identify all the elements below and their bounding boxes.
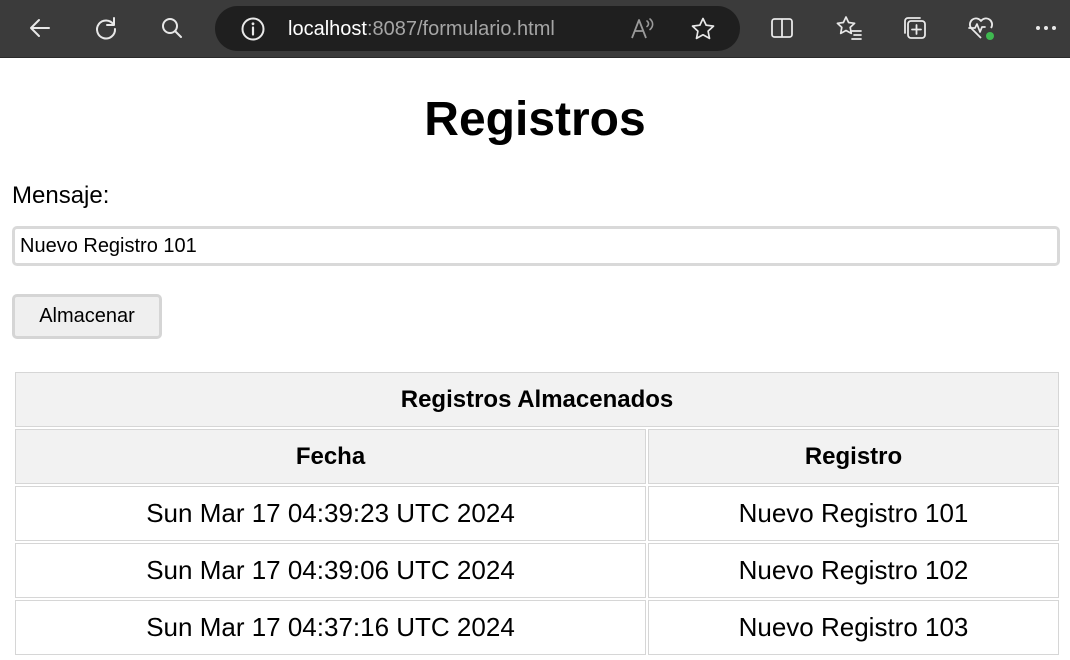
message-input[interactable] bbox=[12, 226, 1060, 266]
url-host: localhost bbox=[288, 18, 367, 40]
cell-date: Sun Mar 17 04:39:06 UTC 2024 bbox=[15, 543, 646, 598]
address-bar[interactable]: localhost:8087/formulario.html bbox=[215, 6, 740, 51]
page-content: Registros Mensaje: Almacenar Registros A… bbox=[0, 58, 1070, 660]
search-icon[interactable] bbox=[154, 10, 190, 46]
table-caption: Registros Almacenados bbox=[15, 372, 1059, 427]
column-header-date: Fecha bbox=[15, 429, 646, 484]
heartbeat-icon[interactable] bbox=[963, 10, 999, 46]
star-icon[interactable] bbox=[688, 14, 718, 44]
table-row: Sun Mar 17 04:39:23 UTC 2024 Nuevo Regis… bbox=[15, 486, 1059, 541]
column-header-record: Registro bbox=[648, 429, 1059, 484]
table-header-row: Fecha Registro bbox=[15, 429, 1059, 484]
favorites-list-icon[interactable] bbox=[831, 10, 867, 46]
message-label: Mensaje: bbox=[12, 182, 110, 209]
url-text[interactable]: localhost:8087/formulario.html bbox=[288, 18, 555, 40]
url-path: :8087/formulario.html bbox=[366, 18, 555, 40]
table-row: Sun Mar 17 04:39:06 UTC 2024 Nuevo Regis… bbox=[15, 543, 1059, 598]
cell-record: Nuevo Registro 101 bbox=[648, 486, 1059, 541]
info-icon[interactable] bbox=[238, 14, 268, 44]
more-dots-icon[interactable] bbox=[1028, 10, 1064, 46]
cell-date: Sun Mar 17 04:39:23 UTC 2024 bbox=[15, 486, 646, 541]
browser-toolbar: localhost:8087/formulario.html bbox=[0, 0, 1070, 58]
cell-record: Nuevo Registro 103 bbox=[648, 600, 1059, 655]
store-button[interactable]: Almacenar bbox=[12, 294, 162, 339]
cell-date: Sun Mar 17 04:37:16 UTC 2024 bbox=[15, 600, 646, 655]
refresh-icon[interactable] bbox=[88, 10, 124, 46]
collections-icon[interactable] bbox=[897, 10, 933, 46]
page-title: Registros bbox=[424, 93, 646, 146]
records-table: Registros Almacenados Fecha Registro Sun… bbox=[13, 370, 1061, 657]
table-row: Sun Mar 17 04:37:16 UTC 2024 Nuevo Regis… bbox=[15, 600, 1059, 655]
back-arrow-icon[interactable] bbox=[22, 10, 58, 46]
cell-record: Nuevo Registro 102 bbox=[648, 543, 1059, 598]
split-screen-icon[interactable] bbox=[764, 10, 800, 46]
read-aloud-icon[interactable] bbox=[627, 14, 657, 44]
table-caption-row: Registros Almacenados bbox=[15, 372, 1059, 427]
